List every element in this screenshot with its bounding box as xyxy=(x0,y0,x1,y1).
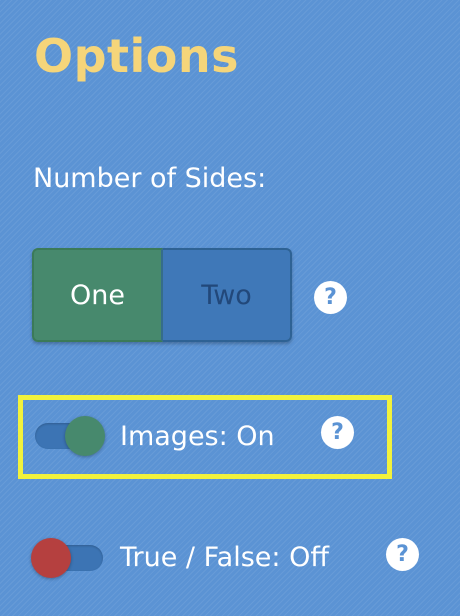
true-false-toggle[interactable] xyxy=(31,538,103,578)
images-toggle-knob xyxy=(65,416,105,456)
sides-help-icon[interactable]: ? xyxy=(314,281,347,314)
sides-one-button[interactable]: One xyxy=(32,248,163,342)
sides-two-button[interactable]: Two xyxy=(163,248,292,342)
images-toggle[interactable] xyxy=(35,416,105,456)
images-toggle-label: Images: On xyxy=(120,421,275,452)
page-title: Options xyxy=(34,29,240,83)
true-false-toggle-label: True / False: Off xyxy=(120,542,329,573)
true-false-help-icon[interactable]: ? xyxy=(386,538,419,571)
images-help-icon[interactable]: ? xyxy=(321,416,354,449)
true-false-toggle-knob xyxy=(31,538,71,578)
number-of-sides-segmented-control: One Two xyxy=(32,248,292,342)
number-of-sides-label: Number of Sides: xyxy=(33,163,267,194)
